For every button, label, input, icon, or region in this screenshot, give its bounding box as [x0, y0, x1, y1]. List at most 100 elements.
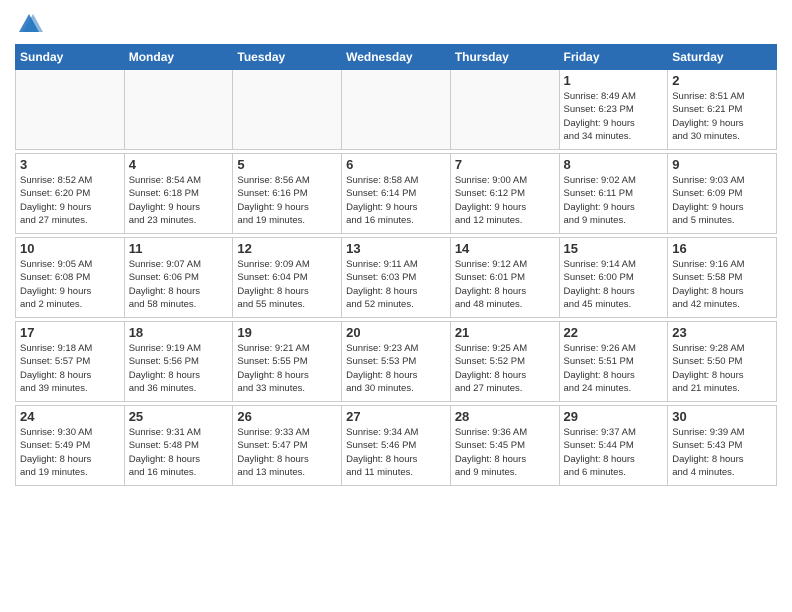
- table-row: 23Sunrise: 9:28 AM Sunset: 5:50 PM Dayli…: [668, 322, 777, 402]
- logo: [15, 10, 47, 38]
- day-info: Sunrise: 9:07 AM Sunset: 6:06 PM Dayligh…: [129, 258, 229, 311]
- day-number: 13: [346, 241, 446, 256]
- table-row: 27 Sunrise: 9:34 AM Sunset: 5:46 PM Dayli…: [342, 406, 451, 486]
- day-info: Sunrise: 8:58 AM Sunset: 6:14 PM Dayligh…: [346, 174, 446, 227]
- table-row: 14 Sunrise: 9:12 AM Sunset: 6:01 PM Dayli…: [450, 238, 559, 318]
- day-number: 15: [564, 241, 664, 256]
- day-number: 2: [672, 73, 772, 88]
- table-row: 26Sunrise: 9:33 AM Sunset: 5:47 PM Dayli…: [233, 406, 342, 486]
- table-row: 30 Sunrise: 9:39 AM Sunset: 5:43 PM Dayli…: [668, 406, 777, 486]
- table-row: 8Sunrise: 9:02 AM Sunset: 6:11 PM Daylig…: [559, 154, 668, 234]
- table-row: 28 Sunrise: 9:36 AM Sunset: 5:45 PM Dayli…: [450, 406, 559, 486]
- table-row: 17 Sunrise: 9:18 AM Sunset: 5:57 PM Dayli…: [16, 322, 125, 402]
- day-info: Sunrise: 9:09 AM Sunset: 6:04 PM Dayligh…: [237, 258, 337, 311]
- day-number: 6: [346, 157, 446, 172]
- day-number: 19: [237, 325, 337, 340]
- day-number: 9: [672, 157, 772, 172]
- table-row: [450, 70, 559, 150]
- day-info: Sunrise: 9:39 AM Sunset: 5:43 PM Dayligh…: [672, 426, 772, 479]
- day-number: 11: [129, 241, 229, 256]
- weekday-header-tuesday: Tuesday: [233, 45, 342, 70]
- table-row: 10 Sunrise: 9:05 AM Sunset: 6:08 PM Dayli…: [16, 238, 125, 318]
- day-info: Sunrise: 9:16 AM Sunset: 5:58 PM Dayligh…: [672, 258, 772, 311]
- day-info: Sunrise: 9:33 AM Sunset: 5:47 PM Dayligh…: [237, 426, 337, 479]
- header: [15, 10, 777, 38]
- table-row: 25 Sunrise: 9:31 AM Sunset: 5:48 PM Dayli…: [124, 406, 233, 486]
- day-number: 1: [564, 73, 664, 88]
- weekday-header-saturday: Saturday: [668, 45, 777, 70]
- day-info: Sunrise: 9:30 AM Sunset: 5:49 PM Dayligh…: [20, 426, 120, 479]
- day-info: Sunrise: 9:36 AM Sunset: 5:45 PM Dayligh…: [455, 426, 555, 479]
- table-row: 2 Sunrise: 8:51 AM Sunset: 6:21 PM Daylig…: [668, 70, 777, 150]
- day-info: Sunrise: 9:28 AM Sunset: 5:50 PM Dayligh…: [672, 342, 772, 395]
- table-row: 21Sunrise: 9:25 AM Sunset: 5:52 PM Dayli…: [450, 322, 559, 402]
- day-info: Sunrise: 9:12 AM Sunset: 6:01 PM Dayligh…: [455, 258, 555, 311]
- table-row: 13 Sunrise: 9:11 AM Sunset: 6:03 PM Dayli…: [342, 238, 451, 318]
- day-number: 5: [237, 157, 337, 172]
- table-row: [124, 70, 233, 150]
- calendar-row: 1 Sunrise: 8:49 AM Sunset: 6:23 PM Daylig…: [16, 70, 777, 150]
- table-row: [233, 70, 342, 150]
- table-row: 24 Sunrise: 9:30 AM Sunset: 5:49 PM Dayli…: [16, 406, 125, 486]
- table-row: 6 Sunrise: 8:58 AM Sunset: 6:14 PM Daylig…: [342, 154, 451, 234]
- day-number: 28: [455, 409, 555, 424]
- day-number: 27: [346, 409, 446, 424]
- day-number: 18: [129, 325, 229, 340]
- day-number: 17: [20, 325, 120, 340]
- logo-icon: [15, 10, 43, 38]
- weekday-header-sunday: Sunday: [16, 45, 125, 70]
- table-row: 3Sunrise: 8:52 AM Sunset: 6:20 PM Daylig…: [16, 154, 125, 234]
- day-info: Sunrise: 9:37 AM Sunset: 5:44 PM Dayligh…: [564, 426, 664, 479]
- table-row: 9 Sunrise: 9:03 AM Sunset: 6:09 PM Daylig…: [668, 154, 777, 234]
- table-row: 18 Sunrise: 9:19 AM Sunset: 5:56 PM Dayli…: [124, 322, 233, 402]
- day-info: Sunrise: 9:19 AM Sunset: 5:56 PM Dayligh…: [129, 342, 229, 395]
- day-info: Sunrise: 8:49 AM Sunset: 6:23 PM Dayligh…: [564, 90, 664, 143]
- table-row: 5Sunrise: 8:56 AM Sunset: 6:16 PM Daylig…: [233, 154, 342, 234]
- day-number: 3: [20, 157, 120, 172]
- day-number: 14: [455, 241, 555, 256]
- header-row: SundayMondayTuesdayWednesdayThursdayFrid…: [16, 45, 777, 70]
- table-row: [16, 70, 125, 150]
- day-number: 25: [129, 409, 229, 424]
- day-info: Sunrise: 9:18 AM Sunset: 5:57 PM Dayligh…: [20, 342, 120, 395]
- day-number: 7: [455, 157, 555, 172]
- table-row: 7Sunrise: 9:00 AM Sunset: 6:12 PM Daylig…: [450, 154, 559, 234]
- day-info: Sunrise: 8:51 AM Sunset: 6:21 PM Dayligh…: [672, 90, 772, 143]
- day-info: Sunrise: 9:03 AM Sunset: 6:09 PM Dayligh…: [672, 174, 772, 227]
- table-row: 16 Sunrise: 9:16 AM Sunset: 5:58 PM Dayli…: [668, 238, 777, 318]
- table-row: 11 Sunrise: 9:07 AM Sunset: 6:06 PM Dayli…: [124, 238, 233, 318]
- day-number: 12: [237, 241, 337, 256]
- day-info: Sunrise: 9:11 AM Sunset: 6:03 PM Dayligh…: [346, 258, 446, 311]
- day-info: Sunrise: 9:31 AM Sunset: 5:48 PM Dayligh…: [129, 426, 229, 479]
- calendar-row: 17 Sunrise: 9:18 AM Sunset: 5:57 PM Dayli…: [16, 322, 777, 402]
- day-number: 10: [20, 241, 120, 256]
- day-info: Sunrise: 9:26 AM Sunset: 5:51 PM Dayligh…: [564, 342, 664, 395]
- table-row: 4Sunrise: 8:54 AM Sunset: 6:18 PM Daylig…: [124, 154, 233, 234]
- table-row: 12 Sunrise: 9:09 AM Sunset: 6:04 PM Dayli…: [233, 238, 342, 318]
- day-number: 8: [564, 157, 664, 172]
- table-row: 19 Sunrise: 9:21 AM Sunset: 5:55 PM Dayli…: [233, 322, 342, 402]
- calendar-table: SundayMondayTuesdayWednesdayThursdayFrid…: [15, 44, 777, 486]
- page: SundayMondayTuesdayWednesdayThursdayFrid…: [0, 0, 792, 612]
- day-number: 16: [672, 241, 772, 256]
- day-info: Sunrise: 9:23 AM Sunset: 5:53 PM Dayligh…: [346, 342, 446, 395]
- day-info: Sunrise: 9:21 AM Sunset: 5:55 PM Dayligh…: [237, 342, 337, 395]
- table-row: 20 Sunrise: 9:23 AM Sunset: 5:53 PM Dayli…: [342, 322, 451, 402]
- day-number: 30: [672, 409, 772, 424]
- weekday-header-wednesday: Wednesday: [342, 45, 451, 70]
- weekday-header-thursday: Thursday: [450, 45, 559, 70]
- day-info: Sunrise: 9:14 AM Sunset: 6:00 PM Dayligh…: [564, 258, 664, 311]
- calendar-row: 3Sunrise: 8:52 AM Sunset: 6:20 PM Daylig…: [16, 154, 777, 234]
- weekday-header-monday: Monday: [124, 45, 233, 70]
- weekday-header-friday: Friday: [559, 45, 668, 70]
- calendar-row: 10 Sunrise: 9:05 AM Sunset: 6:08 PM Dayli…: [16, 238, 777, 318]
- table-row: 1 Sunrise: 8:49 AM Sunset: 6:23 PM Daylig…: [559, 70, 668, 150]
- table-row: [342, 70, 451, 150]
- day-info: Sunrise: 8:54 AM Sunset: 6:18 PM Dayligh…: [129, 174, 229, 227]
- day-number: 29: [564, 409, 664, 424]
- day-number: 22: [564, 325, 664, 340]
- day-number: 24: [20, 409, 120, 424]
- day-info: Sunrise: 9:05 AM Sunset: 6:08 PM Dayligh…: [20, 258, 120, 311]
- day-number: 20: [346, 325, 446, 340]
- day-info: Sunrise: 9:34 AM Sunset: 5:46 PM Dayligh…: [346, 426, 446, 479]
